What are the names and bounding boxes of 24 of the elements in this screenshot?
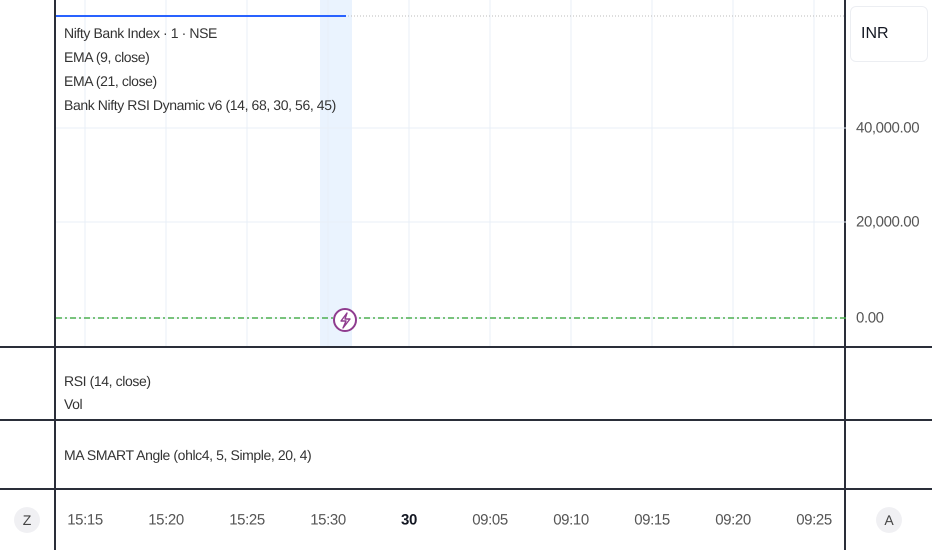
time-label: 15:15 <box>67 512 103 528</box>
legend-text: MA SMART Angle (ohlc4, 5, Simple, 20, 4) <box>64 446 312 465</box>
time-label: 30 <box>401 512 417 528</box>
price-label: 20,000.00 <box>856 214 920 230</box>
time-label: 09:10 <box>553 512 589 528</box>
price-label: 0.00 <box>856 310 884 326</box>
time-label: 09:15 <box>634 512 670 528</box>
time-label: 15:20 <box>148 512 184 528</box>
legend-text: EMA (21, close) <box>64 72 157 91</box>
price-label: 40,000.00 <box>856 120 920 136</box>
currency-button[interactable]: INR <box>850 6 928 62</box>
time-label: 09:05 <box>472 512 508 528</box>
time-label: 09:25 <box>796 512 832 528</box>
lightning-icon <box>333 308 357 332</box>
time-label: 15:30 <box>310 512 346 528</box>
zoom-button[interactable]: Z <box>14 507 40 533</box>
auto-scale-button[interactable]: A <box>876 507 902 533</box>
legend-text: Vol <box>64 395 82 414</box>
legend-text: RSI (14, close) <box>64 372 151 391</box>
legend-text: Nifty Bank Index · 1 · NSE <box>64 24 217 43</box>
time-label: 09:20 <box>715 512 751 528</box>
legend-text: EMA (9, close) <box>64 48 150 67</box>
legend-text: Bank Nifty RSI Dynamic v6 (14, 68, 30, 56, 45) <box>64 96 336 115</box>
time-label: 15:25 <box>229 512 265 528</box>
